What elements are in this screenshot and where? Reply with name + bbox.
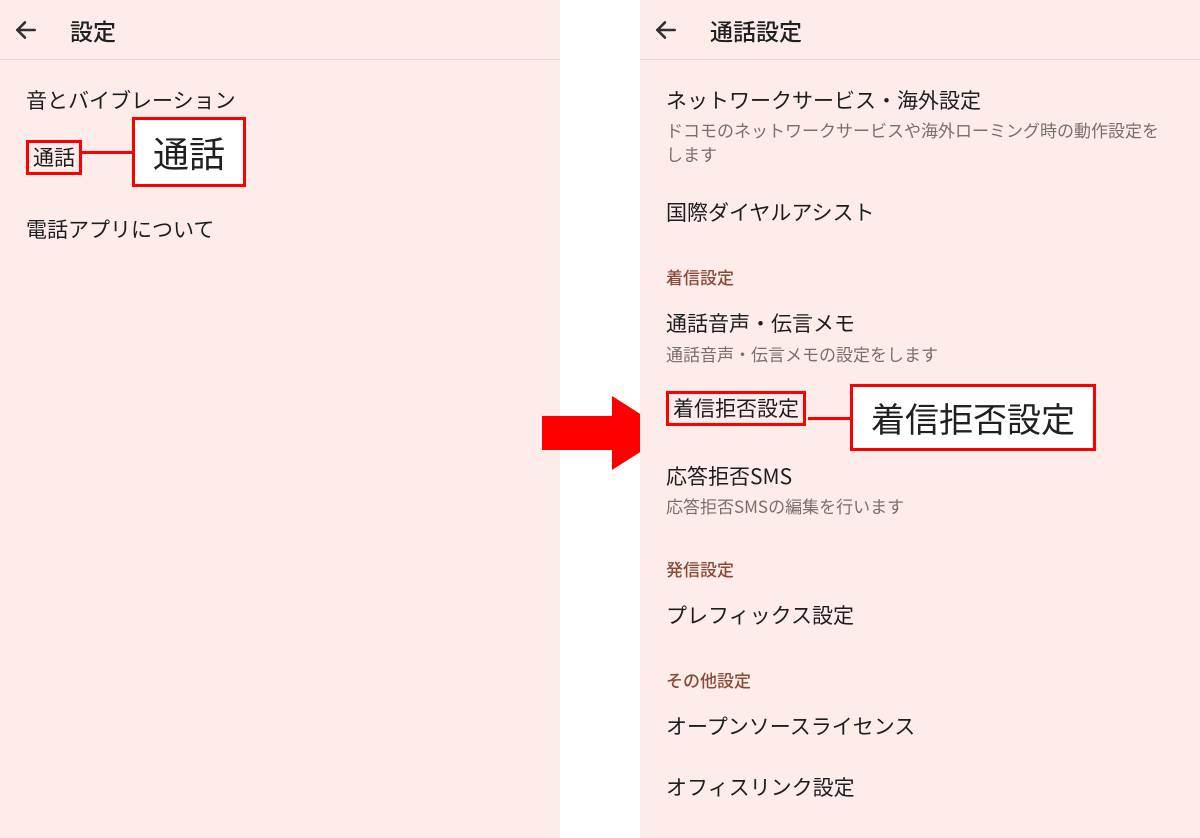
- callout-text: 通話: [153, 126, 225, 178]
- back-icon[interactable]: [652, 16, 680, 44]
- callout-box: 着信拒否設定: [850, 384, 1096, 451]
- item-sub: 通話音声・伝言メモの設定をします: [666, 342, 1174, 366]
- item-label: ネットワークサービス・海外設定: [666, 86, 1174, 114]
- item-sub: ドコモのネットワークサービスや海外ローミング時の動作設定をします: [666, 118, 1174, 166]
- section-header: 着信設定: [640, 242, 1200, 293]
- section-header: 発信設定: [640, 534, 1200, 585]
- list-item[interactable]: オープンソースライセンス: [640, 696, 1200, 756]
- appbar: 設定: [0, 0, 560, 60]
- item-label: 応答拒否SMS: [666, 462, 1174, 490]
- list-item-call[interactable]: 通話: [0, 130, 560, 198]
- item-label: 国際ダイヤルアシスト: [666, 198, 1174, 226]
- callout-connector: [808, 417, 852, 420]
- list-item[interactable]: 電話アプリについて: [0, 199, 560, 259]
- item-label: 通話: [33, 142, 75, 172]
- callout-text: 着信拒否設定: [871, 393, 1075, 442]
- item-label: 着信拒否設定: [673, 393, 799, 423]
- item-label: オフィスリンク設定: [666, 773, 1174, 801]
- back-icon[interactable]: [12, 16, 40, 44]
- settings-list: 音とバイブレーション 通話 電話アプリについて: [0, 60, 560, 259]
- item-label: 音とバイブレーション: [26, 86, 534, 114]
- highlight-box: 通話: [26, 140, 82, 174]
- item-sub: 応答拒否SMSの編集を行います: [666, 494, 1174, 518]
- list-item[interactable]: 通話音声・伝言メモ 通話音声・伝言メモの設定をします: [640, 293, 1200, 381]
- list-item[interactable]: 応答拒否SMS 応答拒否SMSの編集を行います: [640, 446, 1200, 534]
- list-item[interactable]: プレフィックス設定: [640, 585, 1200, 645]
- page-title: 通話設定: [710, 13, 802, 47]
- left-screen: 設定 音とバイブレーション 通話 電話アプリについて 通話: [0, 0, 560, 838]
- item-label: オープンソースライセンス: [666, 712, 1174, 740]
- appbar: 通話設定: [640, 0, 1200, 60]
- list-item[interactable]: 国際ダイヤルアシスト: [640, 182, 1200, 242]
- list-item[interactable]: オフィスリンク設定: [640, 757, 1200, 817]
- callout-box: 通話: [132, 117, 246, 187]
- callout-connector: [80, 151, 135, 154]
- highlight-box: 着信拒否設定: [666, 391, 806, 425]
- list-item[interactable]: 音とバイブレーション: [0, 70, 560, 130]
- item-label: 電話アプリについて: [26, 215, 534, 243]
- item-label: プレフィックス設定: [666, 601, 1174, 629]
- item-label: 通話音声・伝言メモ: [666, 309, 1174, 337]
- list-item[interactable]: ネットワークサービス・海外設定 ドコモのネットワークサービスや海外ローミング時の…: [640, 70, 1200, 182]
- page-title: 設定: [70, 13, 116, 47]
- right-screen: 通話設定 ネットワークサービス・海外設定 ドコモのネットワークサービスや海外ロー…: [640, 0, 1200, 838]
- section-header: その他設定: [640, 645, 1200, 696]
